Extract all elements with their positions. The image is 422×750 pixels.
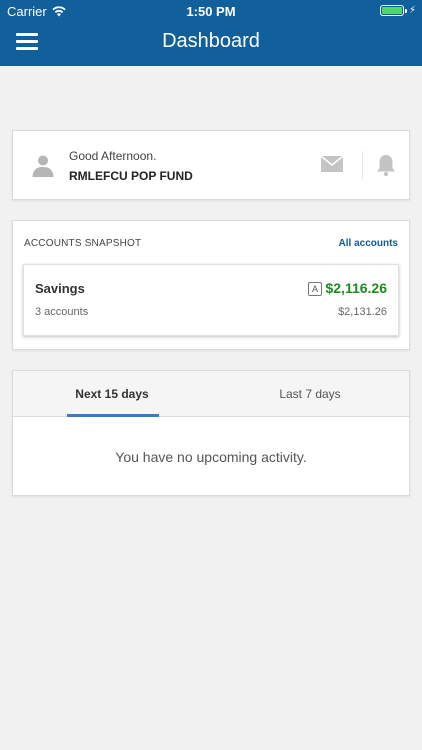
status-time: 1:50 PM: [186, 4, 236, 19]
greeting-text: Good Afternoon.: [69, 149, 157, 163]
accounts-snapshot-card: ACCOUNTS SNAPSHOT All accounts Savings 3…: [12, 220, 410, 350]
member-name: RMLEFCU POP FUND: [69, 169, 193, 183]
account-group-label: Savings: [35, 281, 85, 296]
activity-card: Next 15 days Last 7 days You have no upc…: [12, 370, 410, 496]
battery-icon: [379, 5, 404, 16]
tab-last-7-days[interactable]: Last 7 days: [211, 371, 409, 417]
mail-icon[interactable]: [321, 156, 343, 172]
battery-indicator: ⚡: [379, 5, 416, 16]
status-bar: Carrier 1:50 PM ⚡: [0, 0, 422, 22]
user-avatar-icon: [32, 155, 54, 177]
page-title: Dashboard: [162, 30, 260, 52]
activity-tabs: Next 15 days Last 7 days: [13, 371, 409, 417]
app-header: Carrier 1:50 PM ⚡ Dashboard: [0, 0, 422, 66]
greeting-card: Good Afternoon. RMLEFCU POP FUND: [12, 130, 410, 200]
current-balance: $2,131.26: [338, 306, 387, 318]
snapshot-title: ACCOUNTS SNAPSHOT: [24, 238, 142, 249]
account-count: 3 accounts: [35, 306, 89, 318]
savings-account-group[interactable]: Savings 3 accounts A $2,116.26 $2,131.26: [23, 264, 399, 336]
available-badge-icon: A: [308, 282, 322, 296]
active-tab-indicator: [67, 414, 159, 417]
tab-next-15-days[interactable]: Next 15 days: [13, 371, 211, 417]
empty-activity-message: You have no upcoming activity.: [115, 449, 307, 465]
bell-icon[interactable]: [375, 153, 397, 177]
available-balance: $2,116.26: [325, 280, 387, 296]
divider: [362, 151, 363, 179]
all-accounts-link[interactable]: All accounts: [339, 238, 398, 249]
charging-icon: ⚡: [408, 5, 416, 16]
